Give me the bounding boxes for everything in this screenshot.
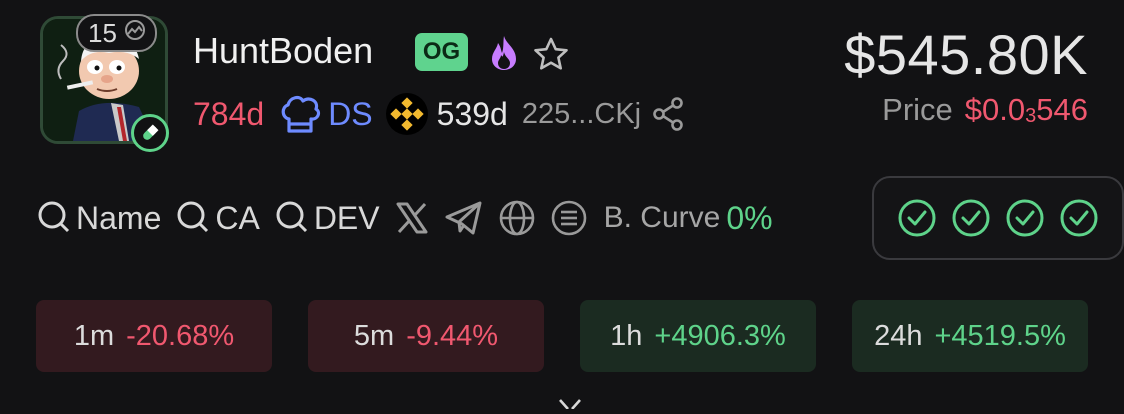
price-label: Price bbox=[882, 92, 953, 127]
chef-hat-icon bbox=[278, 93, 322, 135]
fire-icon bbox=[486, 34, 522, 77]
change-24h[interactable]: 24h +4519.5% bbox=[852, 300, 1088, 372]
change-value: +4519.5% bbox=[934, 319, 1066, 352]
bonding-curve-value: 0% bbox=[726, 199, 773, 236]
globe-icon[interactable] bbox=[498, 199, 536, 237]
star-icon[interactable] bbox=[532, 36, 570, 77]
market-cap: $545.80K bbox=[844, 23, 1088, 86]
search-dev-button[interactable]: DEV bbox=[274, 199, 380, 237]
change-1m[interactable]: 1m -20.68% bbox=[36, 300, 272, 372]
links-row: Name CA DEV B. Curve 0% bbox=[36, 196, 773, 240]
check-circle-icon bbox=[1006, 199, 1044, 237]
check-circle-icon bbox=[898, 199, 936, 237]
security-checks-box[interactable] bbox=[872, 176, 1124, 260]
share-icon[interactable] bbox=[651, 96, 685, 132]
eye-off-icon bbox=[123, 18, 147, 49]
bnb-age: 539d bbox=[436, 95, 508, 132]
token-avatar-group: 15 bbox=[38, 14, 169, 152]
search-ca-button[interactable]: CA bbox=[175, 199, 260, 237]
search-ca-label: CA bbox=[215, 199, 260, 236]
change-value: +4906.3% bbox=[654, 319, 786, 352]
change-value: -20.68% bbox=[126, 319, 235, 352]
search-icon bbox=[177, 201, 209, 233]
price-value: $0.03546 bbox=[964, 92, 1088, 127]
search-icon bbox=[276, 201, 307, 233]
token-address[interactable]: 225...CKj bbox=[522, 98, 641, 131]
search-dev-label: DEV bbox=[313, 199, 380, 236]
price-row: Price $0.03546 bbox=[882, 92, 1088, 128]
pill-icon bbox=[131, 114, 169, 152]
change-label: 24h bbox=[874, 319, 923, 352]
search-name-label: Name bbox=[76, 199, 162, 236]
x-icon[interactable] bbox=[394, 200, 430, 236]
change-label: 1m bbox=[73, 319, 115, 352]
search-name-button[interactable]: Name bbox=[36, 199, 161, 237]
change-label: 5m bbox=[353, 319, 395, 352]
change-1h[interactable]: 1h +4906.3% bbox=[580, 300, 816, 372]
ds-label[interactable]: DS bbox=[328, 96, 372, 133]
token-age: 784d bbox=[193, 95, 265, 132]
check-circle-icon bbox=[952, 199, 990, 237]
change-value: -9.44% bbox=[406, 319, 499, 352]
docs-icon[interactable] bbox=[550, 199, 588, 237]
change-5m[interactable]: 5m -9.44% bbox=[308, 300, 544, 372]
token-meta-row: 784d DS 539d 225...CKj bbox=[193, 92, 685, 136]
change-label: 1h bbox=[610, 319, 643, 352]
search-icon bbox=[38, 201, 70, 233]
token-name: HuntBoden bbox=[193, 30, 374, 71]
bonding-curve-label: B. Curve bbox=[603, 201, 721, 234]
bnb-icon bbox=[385, 92, 429, 136]
holder-count-badge: 15 bbox=[76, 14, 157, 52]
chevron-down-icon[interactable] bbox=[556, 396, 584, 414]
holder-count: 15 bbox=[88, 17, 117, 48]
og-badge: OG bbox=[415, 33, 468, 71]
telegram-icon[interactable] bbox=[444, 200, 484, 236]
check-circle-icon bbox=[1060, 199, 1098, 237]
